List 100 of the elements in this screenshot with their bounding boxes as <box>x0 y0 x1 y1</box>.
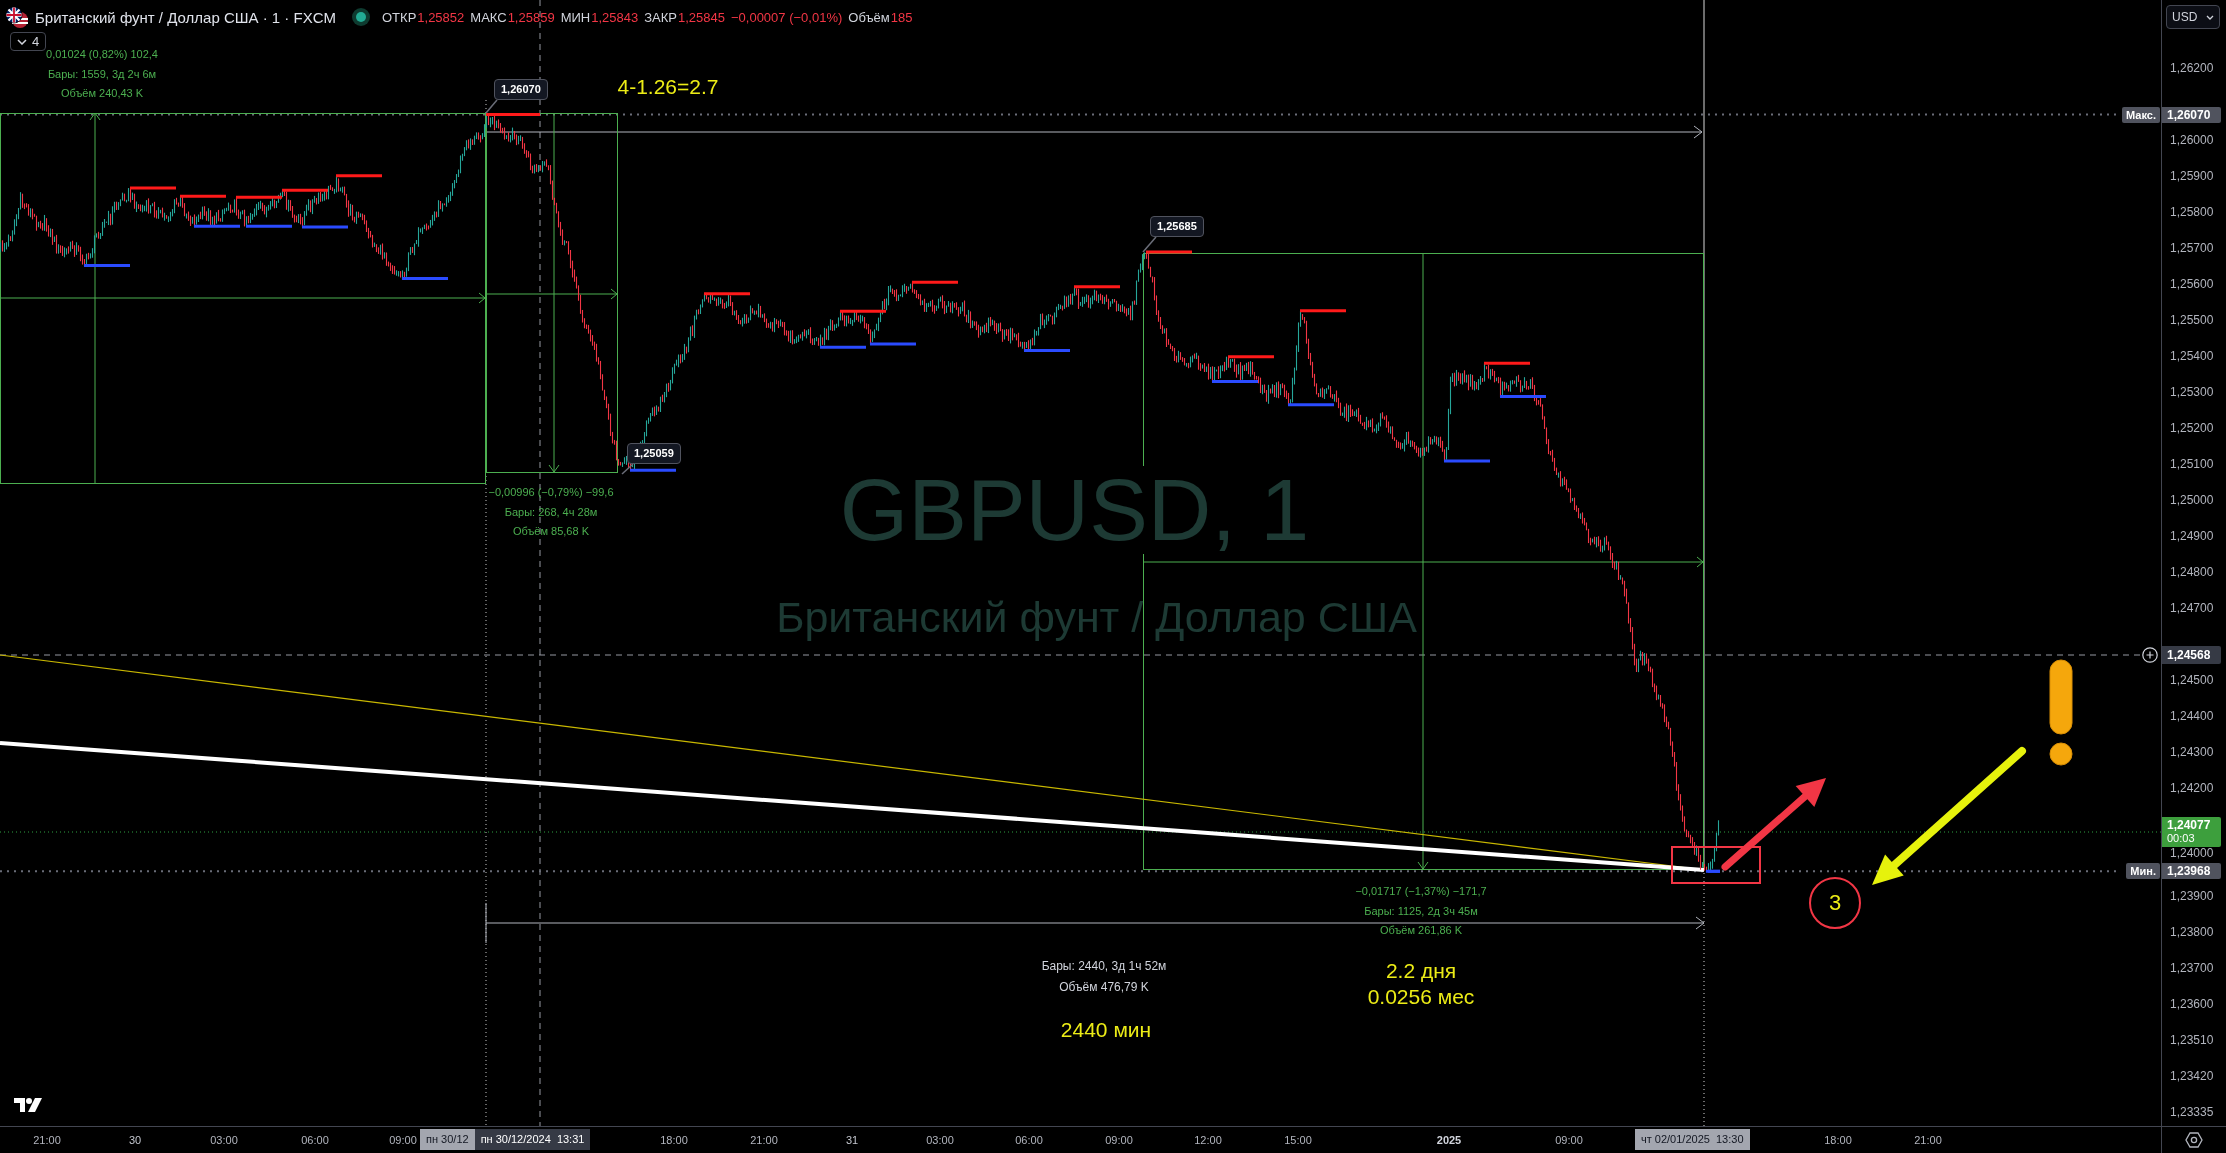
time-tick-label: 03:00 <box>926 1134 954 1147</box>
quote-label: МИН <box>560 9 591 25</box>
time-tick-label: 09:00 <box>1555 1134 1583 1147</box>
pivot-low-line <box>84 263 130 267</box>
price-tick-label: 1,23700 <box>2170 960 2214 975</box>
pivot-low-line <box>1500 395 1546 398</box>
price-tick-label: 1,24500 <box>2170 672 2214 687</box>
settings-icon[interactable] <box>2185 1131 2203 1149</box>
leader-line <box>485 99 498 114</box>
price-tick-label: 1,24800 <box>2170 564 2214 579</box>
price-label: 1,23968 <box>2162 863 2221 880</box>
chevron-icon <box>2206 14 2214 20</box>
price-tick-label: 1,26200 <box>2170 60 2214 75</box>
pivot-high-line <box>1300 309 1346 313</box>
price-tick-label: 1,23510 <box>2170 1032 2214 1047</box>
pivot-low-line <box>1212 379 1258 383</box>
measurement-label: −0,00996 (−0,79%) −99,6 Бары: 268, 4ч 28м Объём 85,68 K <box>488 485 614 539</box>
number-callout: 3 <box>1809 877 1861 929</box>
price-tick-label: 1,24300 <box>2170 744 2214 759</box>
pivot-high-line <box>236 195 282 199</box>
logo-icon[interactable] <box>14 1098 42 1112</box>
time-tick-label: 15:00 <box>1284 1134 1312 1147</box>
time-tick-label: 12:00 <box>1194 1134 1222 1147</box>
pivot-low-line <box>302 225 348 229</box>
quote-label: ЗАКР <box>644 9 677 25</box>
quote-value: 1,25843 <box>591 9 639 25</box>
price-tick-label: 1,26000 <box>2170 132 2214 147</box>
quote-value: 1,25859 <box>507 9 555 25</box>
price-callout: 1,25685 <box>1150 216 1204 237</box>
price-tick-label: 1,23900 <box>2170 888 2214 903</box>
chevron-icon <box>17 38 27 45</box>
price-tick-label: 1,25600 <box>2170 276 2214 291</box>
pivot-high-line <box>1074 285 1120 289</box>
plus-circle-icon[interactable] <box>2142 647 2158 663</box>
exclamation-icon <box>2049 659 2073 766</box>
price-level-tag: Мин. <box>2126 863 2160 880</box>
crosshair-price-label: 1,24568 <box>2162 646 2221 664</box>
time-tick-label: 31 <box>845 1134 859 1147</box>
price-tick-label: 1,25100 <box>2170 456 2214 471</box>
price-tick-label: 1,24700 <box>2170 600 2214 615</box>
pivot-high-line <box>1146 250 1192 254</box>
chart-note: 4-1.26=2.7 <box>617 74 719 100</box>
time-tick-label: 21:00 <box>1914 1134 1942 1147</box>
pivot-low-line <box>870 342 916 346</box>
price-tick-label: 1,25900 <box>2170 168 2214 183</box>
pivot-high-line <box>704 292 750 296</box>
leader-line <box>1142 236 1157 253</box>
chart-note: 2.2 дня 0.0256 мес <box>1367 958 1475 1010</box>
pivot-low-line <box>1024 348 1070 352</box>
indicators-toggle-button[interactable]: 4 <box>10 32 47 51</box>
date-label: чт 02/01/2025 13:30 <box>1635 1129 1750 1150</box>
pivot-low-line <box>630 468 676 472</box>
time-tick-label: 30 <box>128 1134 142 1147</box>
price-tick-label: 1,25800 <box>2170 204 2214 219</box>
time-tick-label: 09:00 <box>389 1134 417 1147</box>
price-tick-label: 1,25000 <box>2170 492 2214 507</box>
time-tick-label: 21:00 <box>33 1134 61 1147</box>
currency-button[interactable]: USD <box>2166 5 2220 29</box>
price-label: 1,26070 <box>2162 106 2221 123</box>
price-tick-label: 1,24400 <box>2170 708 2214 723</box>
measurement-label: −0,01717 (−1,37%) −171,7 Бары: 1125, 2д 3ч 45м Объём 261,86 K <box>1355 884 1487 938</box>
pivot-low-line <box>820 345 866 349</box>
date-label: пн 30/12 <box>420 1129 475 1150</box>
price-tick-label: 1,25300 <box>2170 384 2214 399</box>
pivot-low-line <box>1288 403 1334 407</box>
pivot-high-line <box>180 194 226 198</box>
measurement-label: 0,01024 (0,82%) 102,4 Бары: 1559, 3д 2ч 6м Объём 240,43 K <box>46 47 158 101</box>
pivot-high-line <box>336 174 382 178</box>
time-tick-label: 06:00 <box>301 1134 329 1147</box>
pivot-high-line <box>912 280 958 284</box>
crosshair-time-label: пн 30/12/2024 13:31 <box>474 1129 591 1150</box>
quote-label: ОТКР <box>382 9 417 25</box>
pivot-low-line <box>194 224 240 228</box>
pivot-high-line <box>282 188 328 192</box>
time-tick-label: 03:00 <box>210 1134 238 1147</box>
price-tick-label: 1,25200 <box>2170 420 2214 435</box>
pivot-low-line <box>246 224 292 228</box>
pivot-low-line <box>402 277 448 281</box>
flag-pair-icon <box>5 6 31 28</box>
price-tick-label: 1,23600 <box>2170 996 2214 1011</box>
time-tick-label: 06:00 <box>1015 1134 1043 1147</box>
price-tick-label: 1,23800 <box>2170 924 2214 939</box>
price-tick-label: 1,24200 <box>2170 780 2214 795</box>
pivot-low-line <box>1444 459 1490 463</box>
time-tick-label: 09:00 <box>1105 1134 1133 1147</box>
price-callout: 1,26070 <box>494 79 548 100</box>
pivot-high-line <box>130 186 176 190</box>
quote-label: МАКС <box>470 9 507 25</box>
countdown-text: 00:03 <box>2167 832 2196 845</box>
price-tick-label: 1,25700 <box>2170 240 2214 255</box>
quote-value: 1,25845 <box>677 9 725 25</box>
price-tick-label: 1,25400 <box>2170 348 2214 363</box>
quote-label: Объём <box>848 9 890 25</box>
last-price-value: 1,24077 <box>2167 818 2212 832</box>
measurement-label: Бары: 2440, 3д 1ч 52м Объём 476,79 K <box>1041 958 1167 996</box>
watermark-description: Британский фунт / Доллар США <box>776 596 1417 639</box>
price-change: −0,00007 (−0,01%) <box>730 9 843 25</box>
time-tick-label: 18:00 <box>1824 1134 1852 1147</box>
leader-line <box>621 463 634 475</box>
price-tick-label: 1,24900 <box>2170 528 2214 543</box>
